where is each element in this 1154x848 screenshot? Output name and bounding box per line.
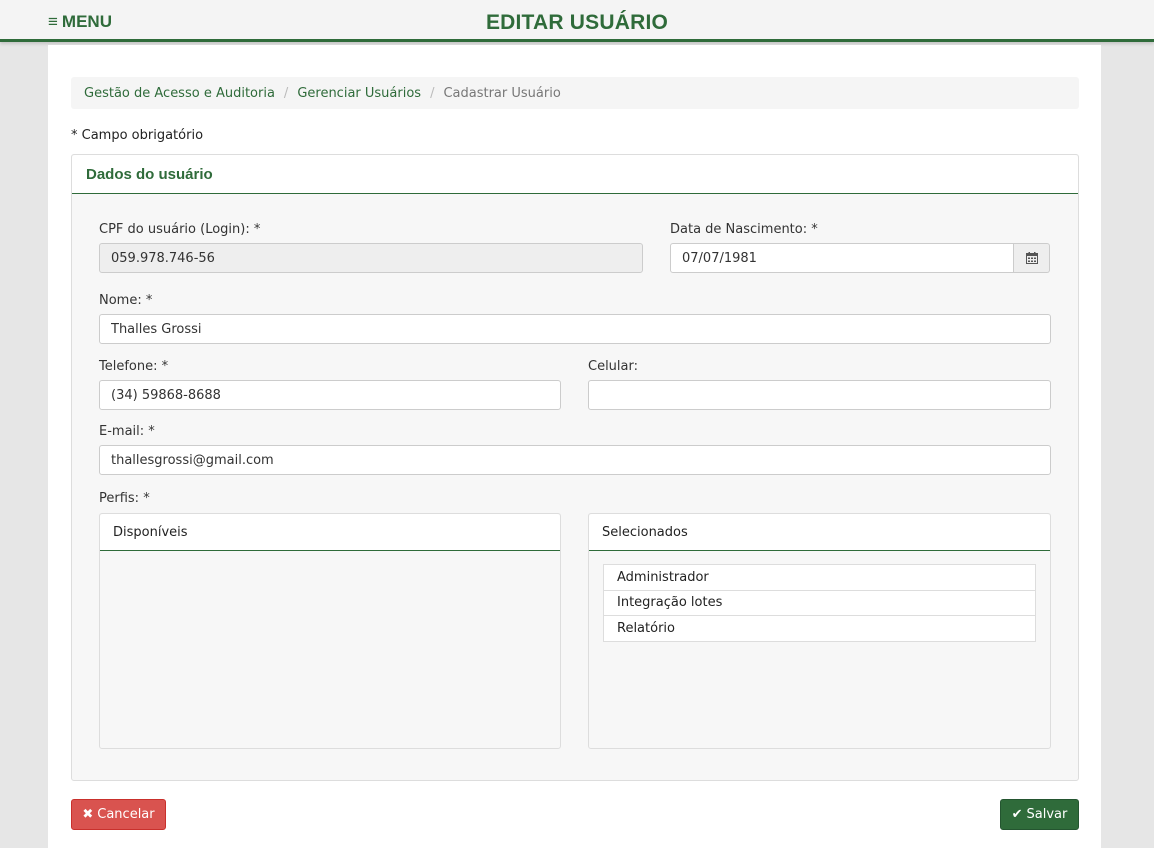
breadcrumb-item-current: Cadastrar Usuário bbox=[443, 85, 561, 101]
cpf-field[interactable] bbox=[99, 243, 643, 273]
phone-label: Telefone: * bbox=[99, 359, 169, 374]
selected-profiles-box[interactable]: Selecionados Administrador Integração lo… bbox=[588, 513, 1051, 749]
mobile-label: Celular: bbox=[588, 359, 639, 374]
main-content: Gestão de Acesso e Auditoria / Gerenciar… bbox=[48, 45, 1101, 848]
breadcrumb-item-gestao[interactable]: Gestão de Acesso e Auditoria bbox=[84, 86, 275, 101]
page-title: EDITAR USUÁRIO bbox=[485, 11, 669, 34]
name-label: Nome: * bbox=[99, 293, 153, 308]
selected-profile-item[interactable]: Integração lotes bbox=[603, 589, 1036, 616]
cancel-label: Cancelar bbox=[97, 807, 155, 822]
mobile-field[interactable] bbox=[588, 380, 1051, 410]
phone-field[interactable] bbox=[99, 380, 561, 410]
close-icon: ✖ bbox=[82, 807, 94, 822]
available-profiles-title: Disponíveis bbox=[100, 514, 560, 551]
required-note: * Campo obrigatório bbox=[71, 128, 204, 143]
profiles-label: Perfis: * bbox=[99, 491, 150, 506]
breadcrumb-separator: / bbox=[283, 85, 289, 101]
panel-header: Dados do usuário bbox=[72, 155, 1078, 194]
breadcrumb: Gestão de Acesso e Auditoria / Gerenciar… bbox=[71, 77, 1079, 109]
panel-title: Dados do usuário bbox=[86, 165, 213, 183]
cancel-button[interactable]: ✖ Cancelar bbox=[71, 799, 166, 830]
name-field[interactable] bbox=[99, 314, 1051, 344]
birth-date-field[interactable] bbox=[670, 243, 1014, 273]
save-label: Salvar bbox=[1026, 807, 1068, 822]
breadcrumb-separator: / bbox=[430, 85, 435, 101]
calendar-icon bbox=[1025, 252, 1038, 264]
top-bar: ≡ MENU EDITAR USUÁRIO bbox=[0, 0, 1154, 42]
email-label: E-mail: * bbox=[99, 424, 155, 439]
cpf-label: CPF do usuário (Login): * bbox=[99, 222, 261, 237]
calendar-button[interactable] bbox=[1014, 243, 1050, 273]
available-profiles-box[interactable]: Disponíveis bbox=[99, 513, 561, 749]
selected-profile-item[interactable]: Relatório bbox=[603, 615, 1036, 642]
birth-date-label: Data de Nascimento: * bbox=[670, 222, 818, 237]
selected-profiles-title: Selecionados bbox=[589, 514, 1050, 551]
check-icon: ✔ bbox=[1011, 807, 1023, 822]
save-button[interactable]: ✔ Salvar bbox=[1000, 799, 1079, 830]
selected-profile-item[interactable]: Administrador bbox=[603, 564, 1036, 591]
selected-profiles-list: Administrador Integração lotes Relatório bbox=[603, 564, 1036, 642]
email-field[interactable] bbox=[99, 445, 1051, 475]
breadcrumb-item-gerenciar[interactable]: Gerenciar Usuários bbox=[297, 86, 421, 101]
user-data-panel: Dados do usuário CPF do usuário (Login):… bbox=[71, 154, 1079, 781]
